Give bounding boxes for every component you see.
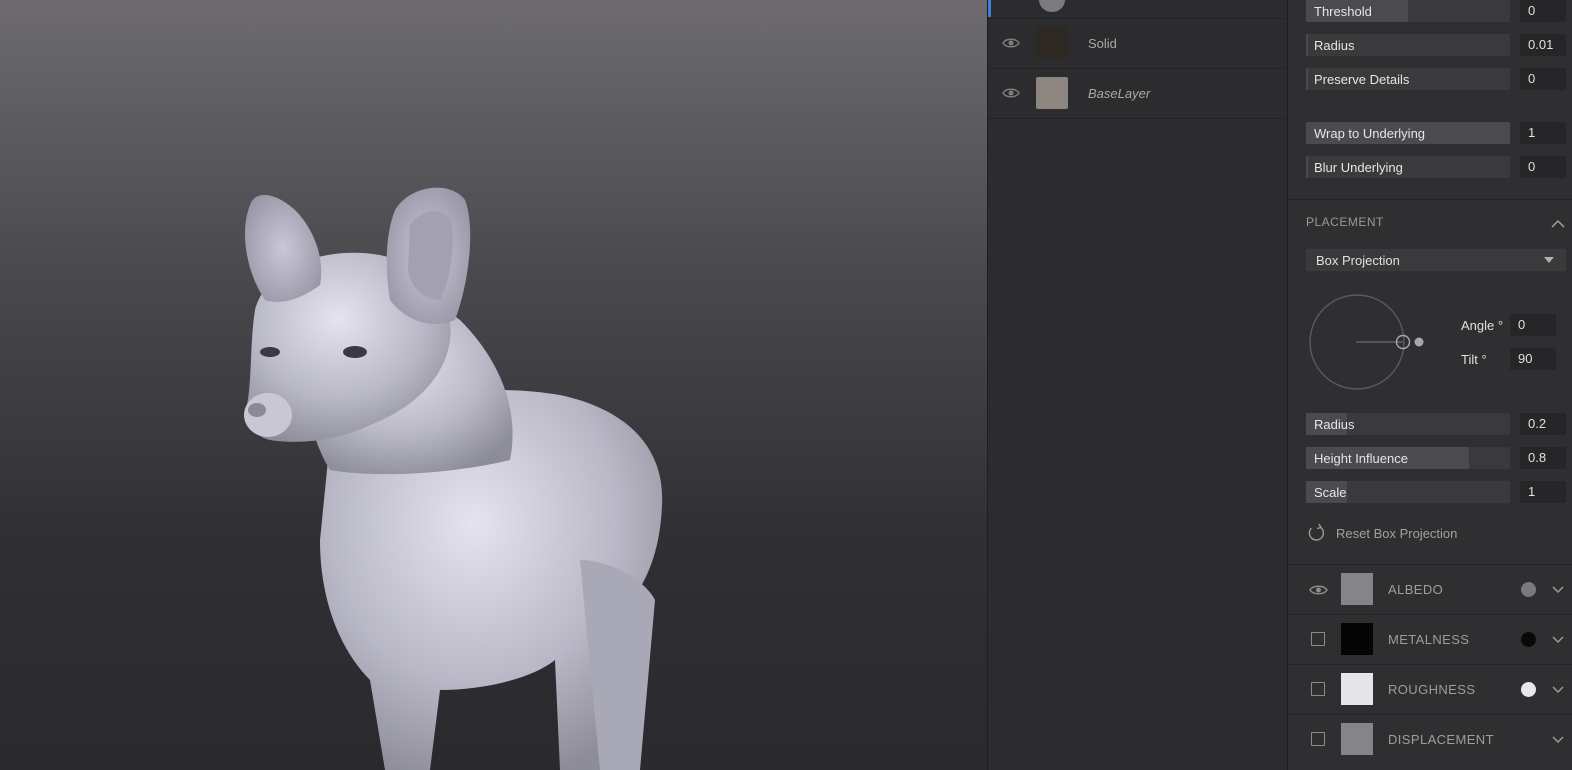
divider	[1288, 199, 1572, 200]
reset-icon	[1308, 523, 1325, 541]
angle-dial[interactable]	[1306, 288, 1436, 398]
chevron-down-icon[interactable]	[1551, 633, 1565, 647]
slider-label: Height Influence	[1314, 451, 1408, 466]
layer-thumbnail	[1036, 77, 1068, 109]
slider-label: Scale	[1314, 485, 1347, 500]
placement-radius-value[interactable]: 0.2	[1520, 413, 1566, 435]
layer-thumbnail	[1039, 0, 1065, 12]
channel-row-roughness[interactable]: ROUGHNESS	[1288, 664, 1572, 714]
color-swatch[interactable]	[1341, 573, 1373, 605]
channel-row-metalness[interactable]: METALNESS	[1288, 614, 1572, 664]
placement-section-title: PLACEMENT	[1306, 215, 1384, 229]
projection-dropdown-value: Box Projection	[1316, 253, 1400, 268]
channel-name: DISPLACEMENT	[1388, 732, 1494, 747]
slider-label: Wrap to Underlying	[1314, 126, 1426, 141]
preserve-details-slider[interactable]: Preserve Details	[1306, 68, 1510, 90]
layer-row-partial[interactable]	[988, 0, 1286, 19]
tilt-input[interactable]: 90	[1510, 348, 1556, 370]
color-swatch[interactable]	[1341, 623, 1373, 655]
blur-underlying-value[interactable]: 0	[1520, 156, 1566, 178]
fox-model	[244, 187, 663, 770]
threshold-value[interactable]: 0	[1520, 0, 1566, 22]
layers-panel: Solid BaseLayer	[987, 0, 1287, 770]
visibility-checkbox[interactable]	[1311, 732, 1325, 746]
height-influence-slider[interactable]: Height Influence	[1306, 447, 1510, 469]
layer-row[interactable]: BaseLayer	[988, 69, 1286, 119]
chevron-up-icon[interactable]	[1551, 219, 1565, 229]
chevron-down-icon[interactable]	[1551, 733, 1565, 747]
channel-row-albedo[interactable]: ALBEDO	[1288, 564, 1572, 614]
properties-panel: Threshold 0 Radius 0.01 Preserve Details…	[1287, 0, 1572, 770]
angle-input[interactable]: 0	[1510, 314, 1556, 336]
slider-label: Blur Underlying	[1314, 160, 1403, 175]
channel-name: ROUGHNESS	[1388, 682, 1476, 697]
channel-row-displacement[interactable]: DISPLACEMENT	[1288, 714, 1572, 764]
channel-name: METALNESS	[1388, 632, 1470, 647]
wrap-to-underlying-value[interactable]: 1	[1520, 122, 1566, 144]
color-swatch[interactable]	[1341, 723, 1373, 755]
blur-underlying-slider[interactable]: Blur Underlying	[1306, 156, 1510, 178]
channel-name: ALBEDO	[1388, 582, 1444, 597]
layer-name: BaseLayer	[1088, 86, 1151, 101]
dropdown-arrow-icon	[1544, 257, 1554, 263]
preserve-details-value[interactable]: 0	[1520, 68, 1566, 90]
placement-radius-slider[interactable]: Radius	[1306, 413, 1510, 435]
threshold-slider[interactable]: Threshold	[1306, 0, 1510, 22]
height-influence-value[interactable]: 0.8	[1520, 447, 1566, 469]
visibility-checkbox[interactable]	[1311, 682, 1325, 696]
radius-value[interactable]: 0.01	[1520, 34, 1566, 56]
angle-label: Angle °	[1461, 318, 1504, 333]
visibility-checkbox[interactable]	[1311, 632, 1325, 646]
chevron-down-icon[interactable]	[1551, 683, 1565, 697]
color-dot[interactable]	[1521, 682, 1536, 697]
color-dot[interactable]	[1521, 632, 1536, 647]
eye-icon[interactable]	[1002, 36, 1020, 50]
wrap-to-underlying-slider[interactable]: Wrap to Underlying	[1306, 122, 1510, 144]
reset-label: Reset Box Projection	[1336, 526, 1458, 541]
reset-box-projection-button[interactable]: Reset Box Projection	[1306, 522, 1506, 544]
scale-slider[interactable]: Scale	[1306, 481, 1510, 503]
layer-row[interactable]: Solid	[988, 19, 1286, 69]
3d-viewport[interactable]	[0, 0, 987, 770]
slider-label: Radius	[1314, 38, 1355, 53]
slider-label: Threshold	[1314, 4, 1372, 19]
layer-name: Solid	[1088, 36, 1117, 51]
eye-icon[interactable]	[1309, 583, 1328, 597]
color-dot[interactable]	[1521, 582, 1536, 597]
eye-icon[interactable]	[1002, 86, 1020, 100]
slider-label: Preserve Details	[1314, 72, 1410, 87]
radius-slider[interactable]: Radius	[1306, 34, 1510, 56]
projection-dropdown[interactable]: Box Projection	[1306, 249, 1566, 271]
slider-label: Radius	[1314, 417, 1355, 432]
chevron-down-icon[interactable]	[1551, 583, 1565, 597]
scale-value[interactable]: 1	[1520, 481, 1566, 503]
color-swatch[interactable]	[1341, 673, 1373, 705]
layer-thumbnail	[1036, 27, 1068, 59]
tilt-label: Tilt °	[1461, 352, 1487, 367]
